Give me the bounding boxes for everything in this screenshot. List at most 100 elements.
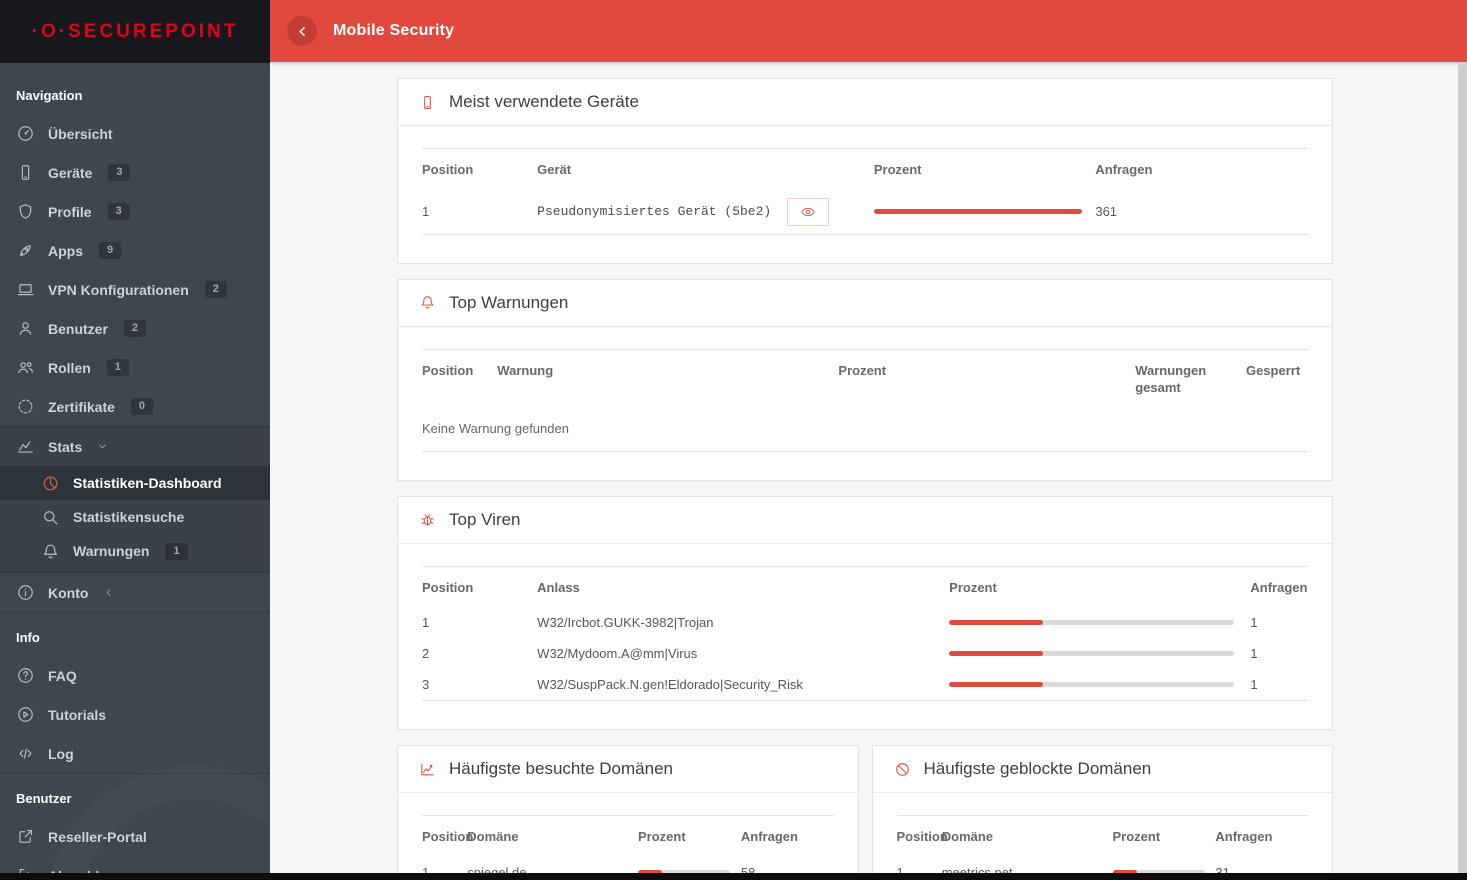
logo-bar: ·O·SECUREPOINT — [0, 0, 270, 63]
sidebar-item-label: Log — [48, 745, 74, 762]
count-badge: 1 — [106, 359, 129, 376]
bottom-screen-edge — [0, 873, 1467, 880]
cell-virus-name: W32/Ircbot.GUKK-3982|Trojan — [537, 615, 714, 631]
sidebar-item-label: Rollen — [48, 359, 91, 376]
sidebar-item-zertifikate[interactable]: Zertifikate 0 — [0, 387, 270, 426]
user-icon — [16, 319, 35, 338]
code-icon — [16, 744, 35, 763]
column-header: Position — [422, 162, 474, 177]
table-row-empty: Keine Warnung gefunden — [422, 408, 1308, 452]
bell-icon — [419, 294, 436, 311]
device-icon — [16, 163, 35, 182]
card-header: Häufigste geblockte Domänen — [872, 746, 1332, 794]
column-header: Position — [422, 362, 474, 378]
scrollbar-track[interactable] — [1458, 62, 1467, 880]
cell-requests: 1 — [1250, 677, 1258, 693]
cell-requests: 361 — [1095, 204, 1118, 220]
column-header: Domäne — [941, 829, 994, 845]
sidebar-item-rollen[interactable]: Rollen 1 — [0, 348, 270, 387]
column-header: Position — [896, 829, 948, 845]
card-title: Häufigste geblockte Domänen — [923, 759, 1152, 779]
percent-bar-fill — [949, 620, 1044, 626]
nav-section-benutzer: Benutzer — [16, 791, 72, 806]
rocket-icon — [16, 241, 35, 260]
chart-line-icon — [419, 761, 436, 778]
column-header: Anfragen — [740, 829, 798, 845]
page-title: Mobile Security — [333, 22, 455, 39]
sidebar-item-reseller-portal[interactable]: Reseller-Portal — [0, 817, 270, 856]
table-row: 1 W32/Ircbot.GUKK-3982|Trojan 1 — [422, 607, 1308, 638]
cell-requests: 1 — [1250, 646, 1258, 662]
sidebar-item-faq[interactable]: FAQ — [0, 656, 270, 695]
sidebar-nav: Navigation Übersicht Geräte 3 Profile 3 … — [0, 63, 270, 880]
sidebar-item-vpn-konfigurationen[interactable]: VPN Konfigurationen 2 — [0, 270, 270, 309]
sidebar-item-label: Übersicht — [48, 125, 113, 142]
sidebar-item-konto[interactable]: Konto — [0, 573, 270, 612]
column-header: Anfragen — [1095, 162, 1153, 177]
sidebar-item-label: Statistikensuche — [73, 509, 185, 525]
sidebar-item-apps[interactable]: Apps 9 — [0, 231, 270, 270]
card-top-devices: Meist verwendete Geräte Position Gerät P… — [397, 78, 1333, 264]
warnings-table: Position Warnung Prozent Warnungen gesam… — [422, 349, 1308, 452]
cell-position: 3 — [422, 677, 430, 693]
sidebar-item-stats[interactable]: Stats — [0, 427, 270, 466]
column-header: Domäne — [467, 829, 519, 845]
viruses-table: Position Anlass Prozent Anfragen 1 W32/I… — [422, 566, 1308, 702]
card-header: Top Warnungen — [398, 280, 1332, 327]
card-title: Häufigste besuchte Domänen — [449, 759, 673, 779]
cell-requests: 1 — [1250, 615, 1258, 631]
percent-bar — [873, 209, 1082, 215]
percent-bar-fill — [949, 651, 1044, 657]
sidebar-item-uebersicht[interactable]: Übersicht — [0, 114, 270, 153]
gauge-icon — [16, 124, 35, 143]
card-top-viruses: Top Viren Position Anlass Prozent Anfrag… — [397, 495, 1333, 731]
card-top-blocked-domains: Häufigste geblockte Domänen Position Dom… — [871, 745, 1333, 880]
column-header: Anfragen — [1250, 579, 1308, 595]
cell-position: 1 — [422, 615, 430, 631]
domains-card-row: Häufigste besuchte Domänen Position Domä… — [397, 745, 1333, 880]
show-device-button[interactable] — [787, 197, 830, 226]
column-header: Anlass — [537, 579, 580, 595]
sidebar-item-tutorials[interactable]: Tutorials — [0, 695, 270, 734]
card-body: Position Anlass Prozent Anfragen 1 W32/I… — [398, 544, 1332, 730]
search-icon — [41, 508, 60, 527]
chevron-left-icon — [295, 24, 310, 39]
sidebar-item-label: Reseller-Portal — [48, 828, 147, 845]
users-icon — [16, 358, 35, 377]
card-top-visited-domains: Häufigste besuchte Domänen Position Domä… — [397, 745, 859, 880]
sidebar-item-statistiken-dashboard[interactable]: Statistiken-Dashboard — [0, 466, 270, 500]
visited-domains-table: Position Domäne Prozent Anfragen 1 spieg… — [422, 815, 834, 880]
cell-device-name: Pseudonymisiertes Gerät (5be2) — [537, 204, 772, 220]
sidebar-item-warnungen[interactable]: Warnungen 1 — [0, 534, 270, 568]
percent-bar — [949, 651, 1235, 657]
sidebar-item-statistikensuche[interactable]: Statistikensuche — [0, 500, 270, 534]
sidebar-item-label: VPN Konfigurationen — [48, 281, 189, 298]
main-content: Meist verwendete Geräte Position Gerät P… — [270, 62, 1467, 880]
card-top-warnings: Top Warnungen Position Warnung Prozent W… — [397, 278, 1333, 481]
chevron-down-icon — [97, 441, 108, 452]
pie-chart-icon — [41, 474, 60, 493]
card-body: Position Gerät Prozent Anfragen 1 Pseudo… — [398, 126, 1332, 263]
eye-icon — [800, 204, 816, 220]
shield-icon — [16, 202, 35, 221]
blocked-icon — [894, 761, 911, 778]
percent-bar-fill — [873, 209, 1082, 215]
column-header: Anfragen — [1215, 829, 1273, 845]
card-header: Meist verwendete Geräte — [398, 79, 1332, 126]
sidebar-item-geraete[interactable]: Geräte 3 — [0, 153, 270, 192]
card-body: Position Domäne Prozent Anfragen 1 spieg… — [398, 793, 858, 880]
blocked-domains-table: Position Domäne Prozent Anfragen 1 meetr… — [896, 815, 1308, 880]
sidebar-item-label: Apps — [48, 242, 83, 259]
column-header: Prozent — [1112, 829, 1161, 845]
sidebar-item-log[interactable]: Log — [0, 734, 270, 773]
sidebar-item-benutzer[interactable]: Benutzer 2 — [0, 309, 270, 348]
empty-state-text: Keine Warnung gefunden — [422, 420, 569, 436]
cell-position: 2 — [422, 646, 430, 662]
cell-virus-name: W32/Mydoom.A@mm|Virus — [537, 646, 698, 662]
securepoint-logo: ·O·SECUREPOINT — [31, 20, 239, 42]
sidebar-item-profile[interactable]: Profile 3 — [0, 192, 270, 231]
card-title: Top Warnungen — [449, 292, 569, 312]
nav-section-navigation: Navigation — [16, 88, 83, 103]
info-icon — [16, 583, 35, 602]
back-button[interactable] — [287, 16, 317, 46]
